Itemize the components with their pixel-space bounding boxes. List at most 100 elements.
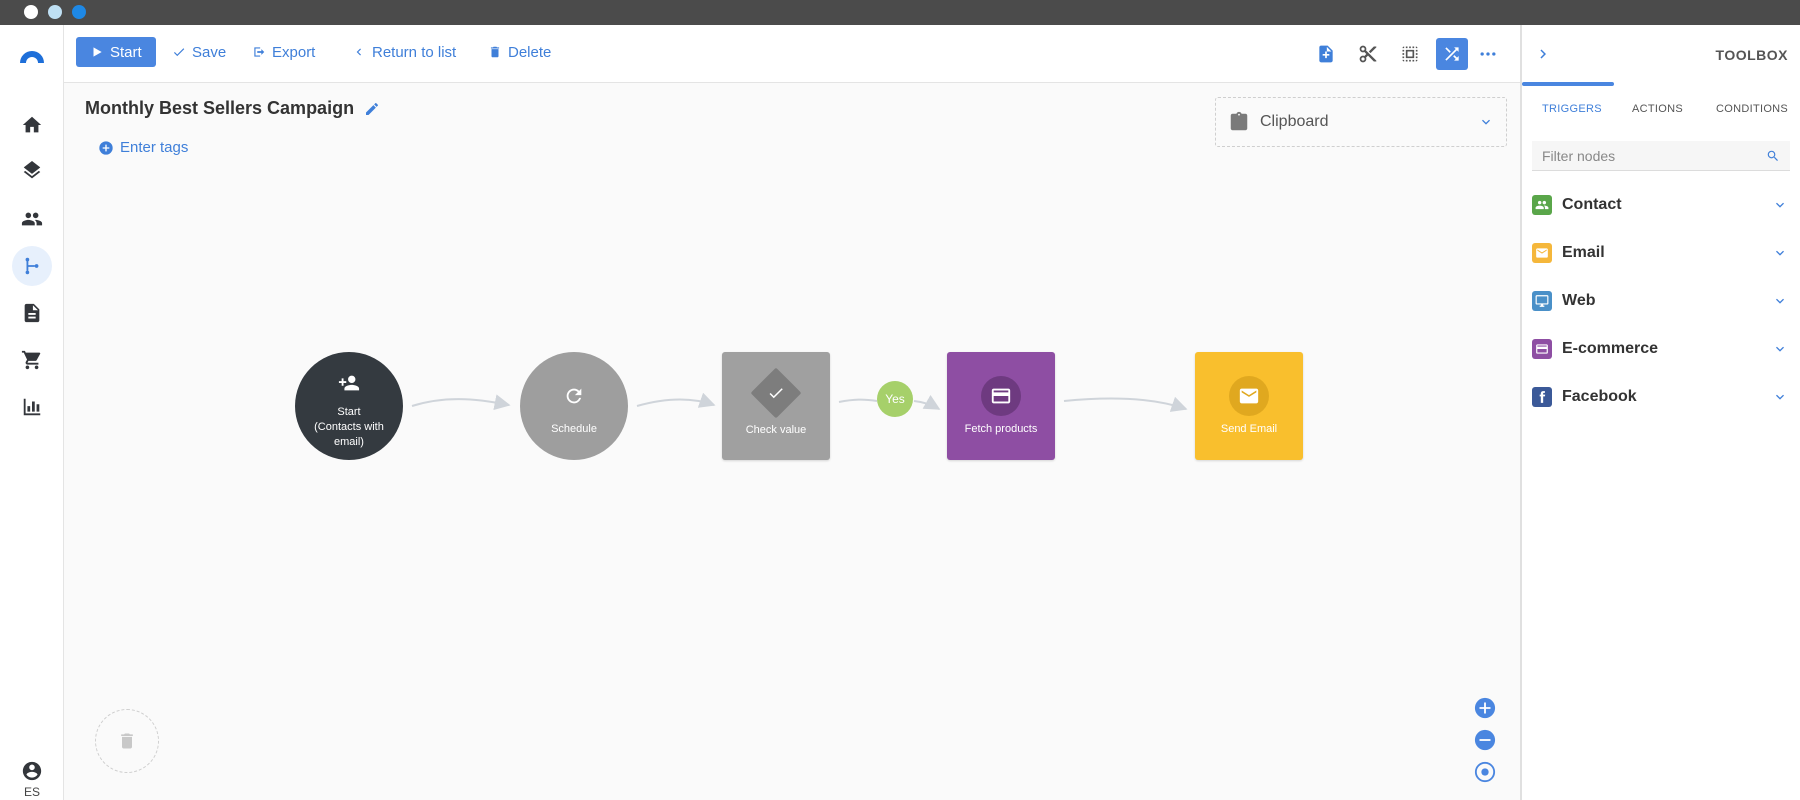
nav-reports[interactable] <box>12 387 52 427</box>
window-close-dot[interactable] <box>24 5 38 19</box>
select-area-button[interactable] <box>1394 38 1426 70</box>
user-language: ES <box>23 785 40 799</box>
monitor-icon <box>1532 291 1552 311</box>
nav-documents[interactable] <box>12 293 52 333</box>
chevron-down-icon <box>1776 202 1784 208</box>
connector-check-yes <box>838 398 878 403</box>
home-icon <box>22 116 42 133</box>
workflow-icon <box>25 257 39 275</box>
node-check-label: Check value <box>745 423 807 436</box>
flow-node-fetch-products[interactable]: Fetch products <box>947 352 1055 460</box>
node-schedule-label: Schedule <box>551 422 597 435</box>
more-options-button[interactable] <box>1472 38 1504 70</box>
select-all-icon <box>1402 46 1418 62</box>
return-to-list-button[interactable]: Return to list <box>352 37 456 67</box>
zoom-in-button[interactable] <box>1474 697 1496 719</box>
delete-button[interactable]: Delete <box>488 37 551 67</box>
category-label: Facebook <box>1562 388 1637 405</box>
node-icon <box>750 367 802 418</box>
start-button[interactable]: Start <box>76 37 156 67</box>
category-facebook[interactable]: Facebook <box>1532 379 1790 415</box>
category-contact[interactable]: Contact <box>1532 187 1790 223</box>
toolbox-title: TOOLBOX <box>1715 47 1788 63</box>
category-label: Email <box>1562 244 1605 261</box>
node-icon <box>554 376 594 416</box>
return-button-label: Return to list <box>372 43 457 61</box>
save-button[interactable]: Save <box>172 37 226 67</box>
facebook-icon <box>1532 387 1552 407</box>
shuffle-icon <box>1445 47 1459 61</box>
document-icon <box>24 303 40 323</box>
flow-node-schedule[interactable]: Schedule <box>520 352 628 460</box>
check-icon <box>173 48 185 57</box>
cut-button[interactable] <box>1352 38 1384 70</box>
export-icon <box>254 47 265 57</box>
node-fetch-label: Fetch products <box>964 422 1038 435</box>
node-email-label: Send Email <box>1220 422 1278 435</box>
add-note-button[interactable] <box>1310 38 1342 70</box>
window-titlebar <box>0 0 1800 25</box>
trash-icon <box>121 733 133 749</box>
node-icon <box>1229 375 1269 416</box>
minus-circle-icon <box>1474 729 1496 751</box>
card-icon <box>991 388 1011 403</box>
active-tab-indicator <box>1522 82 1614 86</box>
chevron-left-icon <box>356 48 361 56</box>
category-email[interactable]: Email <box>1532 235 1790 271</box>
plus-circle-icon <box>1474 697 1496 719</box>
tab-conditions[interactable]: CONDITIONS <box>1716 103 1788 115</box>
mail-icon <box>1239 388 1259 403</box>
flow-node-send-email[interactable]: Send Email <box>1195 352 1303 460</box>
auto-layout-button[interactable] <box>1436 38 1468 70</box>
layers-icon <box>23 161 41 179</box>
export-button[interactable]: Export <box>252 37 315 67</box>
node-start-sublabel: (Contacts with email) <box>314 420 384 448</box>
filter-nodes-field <box>1532 141 1790 171</box>
node-start-label: Start <box>337 405 361 418</box>
connector-yes-fetch <box>913 394 941 410</box>
window-maximize-dot[interactable] <box>72 5 86 19</box>
flow-node-check-value[interactable]: Check value <box>722 352 830 460</box>
yes-branch-badge[interactable]: Yes <box>877 381 913 417</box>
zoom-out-button[interactable] <box>1474 729 1496 751</box>
chevron-down-icon <box>1776 346 1784 352</box>
node-icon <box>981 375 1021 416</box>
chevron-down-icon <box>1776 298 1784 304</box>
filter-nodes-input[interactable] <box>1542 147 1766 164</box>
search-icon[interactable] <box>1766 149 1780 163</box>
more-horizontal-icon <box>1480 52 1496 56</box>
nav-contacts[interactable] <box>12 199 52 239</box>
toolbox-panel: TOOLBOX TRIGGERS ACTIONS CONDITIONS Cont… <box>1520 25 1800 800</box>
delete-button-label: Delete <box>508 43 552 61</box>
nav-home[interactable] <box>12 105 52 145</box>
play-icon <box>93 47 102 57</box>
nav-layers[interactable] <box>12 152 52 192</box>
check-icon <box>769 387 783 398</box>
category-web[interactable]: Web <box>1532 283 1790 319</box>
export-button-label: Export <box>272 43 316 61</box>
toolbox-tabs: TRIGGERS ACTIONS CONDITIONS <box>1522 95 1800 125</box>
category-label: Contact <box>1562 196 1622 213</box>
node-icon <box>329 363 369 403</box>
flow-node-start[interactable]: Start (Contacts with email) <box>295 352 403 460</box>
nav-cart[interactable] <box>12 340 52 380</box>
tab-triggers[interactable]: TRIGGERS <box>1542 103 1602 115</box>
recenter-button[interactable] <box>1474 761 1496 783</box>
category-label: Web <box>1562 292 1596 309</box>
top-toolbar: Start Save Export Return to list Delete <box>64 25 1520 83</box>
chevron-down-icon <box>1776 394 1784 400</box>
category-e-commerce[interactable]: E-commerce <box>1532 331 1790 367</box>
connector-schedule-check <box>636 392 716 408</box>
tab-actions[interactable]: ACTIONS <box>1632 103 1683 115</box>
connector-start-schedule <box>411 394 511 411</box>
chevron-right-icon[interactable] <box>1534 45 1552 63</box>
nav-automation[interactable] <box>12 246 52 286</box>
toolbox-header: TOOLBOX <box>1522 25 1800 86</box>
connector-fetch-email <box>1063 396 1188 412</box>
window-minimize-dot[interactable] <box>48 5 62 19</box>
app-logo-icon <box>20 51 44 63</box>
left-nav: ES <box>0 25 64 800</box>
chevron-down-icon <box>1776 250 1784 256</box>
trash-drop-zone[interactable] <box>95 709 159 773</box>
user-menu[interactable]: ES <box>12 760 52 799</box>
